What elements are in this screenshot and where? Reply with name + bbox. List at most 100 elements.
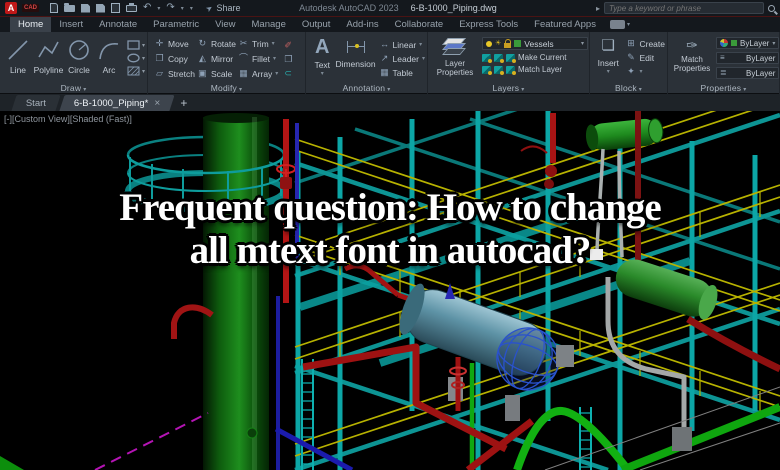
match-layer-tool[interactable]: Match Layer: [482, 65, 588, 75]
trim-tool[interactable]: ✂ Trim ▾: [238, 38, 278, 49]
tool-label: Edit: [639, 52, 655, 63]
file-tab-document[interactable]: 6-B-1000_Piping* ×: [59, 95, 175, 111]
block-extra-tool[interactable]: ✦ ▾: [625, 66, 665, 77]
ellipse-tool[interactable]: ▾: [127, 53, 145, 63]
make-current-tool[interactable]: Make Current: [482, 53, 588, 63]
tab-featured-apps[interactable]: Featured Apps: [526, 17, 604, 32]
color-value: ByLayer: [740, 38, 770, 48]
share-button[interactable]: ➤ Share: [204, 2, 241, 13]
ribbon-overflow-badge[interactable]: ▾: [609, 17, 630, 32]
linear-icon: ↔: [380, 39, 390, 49]
tab-collaborate[interactable]: Collaborate: [387, 17, 452, 32]
search-icon[interactable]: [768, 4, 775, 12]
tab-view[interactable]: View: [207, 17, 243, 32]
search-expand-icon[interactable]: ▸: [596, 4, 600, 13]
move-tool[interactable]: ✛ Move: [154, 38, 195, 49]
panel-label-block[interactable]: Block ▾: [590, 83, 667, 93]
panel-label-modify[interactable]: Modify ▾: [148, 83, 305, 93]
caret-down-icon: ▾: [639, 69, 643, 75]
stretch-icon: ▱: [156, 68, 163, 78]
tool-label: Arc: [102, 65, 116, 75]
open-file-icon[interactable]: [64, 2, 75, 12]
table-tool[interactable]: ▦ Table: [380, 67, 425, 78]
tool-label: Array: [251, 68, 273, 79]
piping-model: [0, 111, 780, 470]
create-block-tool[interactable]: ⊞ Create: [625, 38, 665, 49]
match-properties-icon: ✑: [686, 37, 698, 53]
caret-down-icon: ▾: [606, 69, 610, 75]
new-file-icon[interactable]: [50, 3, 58, 13]
stretch-tool[interactable]: ▱ Stretch: [154, 68, 195, 79]
autocad-logo-icon[interactable]: A: [5, 2, 17, 14]
tab-manage[interactable]: Manage: [244, 17, 294, 32]
redo-dropdown-icon[interactable]: ▾: [181, 5, 184, 12]
fillet-tool[interactable]: ⌒ Fillet ▾: [238, 53, 278, 64]
hatch-tool[interactable]: ▾: [127, 66, 145, 76]
caret-down-icon: ▾: [521, 87, 525, 93]
undo-dropdown-icon[interactable]: ▾: [157, 5, 160, 12]
search-zone: ▸: [596, 2, 775, 14]
save-as-icon[interactable]: [96, 3, 105, 13]
tool-label: Leader: [392, 53, 419, 64]
caption-line-2: all mtext font in autocad?: [189, 229, 592, 272]
new-tab-button[interactable]: +: [180, 96, 187, 110]
tool-label: Table: [392, 67, 413, 78]
rectangle-tool[interactable]: ▾: [127, 40, 145, 50]
caret-down-icon: ▾: [272, 56, 276, 62]
array-tool[interactable]: ▦ Array ▾: [238, 68, 278, 79]
plot-icon[interactable]: [111, 3, 120, 13]
viewport-controls-label[interactable]: [-][Custom View][Shaded (Fast)]: [4, 114, 132, 124]
create-block-icon: ⊞: [627, 38, 635, 48]
layer-dropdown[interactable]: ☀ Vessels ▾: [482, 37, 588, 50]
qat-customize-icon[interactable]: ▾: [190, 5, 193, 12]
edit-block-tool[interactable]: ✎ Edit: [625, 52, 665, 63]
redo-icon[interactable]: ↷: [166, 3, 174, 13]
window-title: Autodesk AutoCAD 2023 6-B-1000_Piping.dw…: [299, 0, 497, 16]
erase-icon[interactable]: ✐: [284, 40, 292, 50]
lineweight-dropdown[interactable]: ≡ ByLayer: [716, 52, 780, 64]
color-wheel-icon: [720, 39, 728, 47]
copy-tool[interactable]: ❐ Copy: [154, 53, 195, 64]
file-tab-start[interactable]: Start: [11, 95, 61, 111]
green-column: [203, 113, 269, 470]
tab-home[interactable]: Home: [10, 17, 52, 32]
tab-label: 6-B-1000_Piping*: [74, 97, 149, 109]
drawing-viewport[interactable]: [-][Custom View][Shaded (Fast)] Frequent…: [0, 111, 780, 470]
leader-tool[interactable]: ↗ Leader ▾: [380, 53, 425, 64]
rotate-icon: ↻: [198, 38, 207, 48]
dimension-icon: [346, 41, 365, 53]
tab-add-ins[interactable]: Add-ins: [338, 17, 386, 32]
tab-insert[interactable]: Insert: [51, 17, 91, 32]
tab-annotate[interactable]: Annotate: [91, 17, 145, 32]
scale-icon: ▣: [198, 68, 207, 78]
save-icon[interactable]: [81, 3, 90, 13]
color-swatch: [731, 40, 737, 46]
linetype-icon: ≣: [720, 68, 727, 77]
panel-label-properties[interactable]: Properties ▾: [668, 83, 779, 93]
app-title: Autodesk AutoCAD 2023: [299, 3, 399, 13]
panel-label-annotation[interactable]: Annotation ▾: [306, 83, 427, 93]
scale-tool[interactable]: ▣ Scale: [197, 68, 236, 79]
polyline-icon: [37, 41, 59, 58]
linetype-dropdown[interactable]: ≣ ByLayer: [716, 67, 780, 79]
panel-label-layers[interactable]: Layers ▾: [428, 83, 589, 93]
explode-icon[interactable]: ❒: [284, 54, 292, 64]
rotate-tool[interactable]: ↻ Rotate: [197, 38, 236, 49]
join-icon[interactable]: ⊂: [284, 68, 292, 78]
tab-output[interactable]: Output: [294, 17, 339, 32]
object-color-dropdown[interactable]: ByLayer ▾: [716, 37, 780, 49]
tab-express-tools[interactable]: Express Tools: [451, 17, 526, 32]
close-icon[interactable]: ×: [155, 98, 161, 109]
mirror-tool[interactable]: ◭ Mirror: [197, 53, 236, 64]
pipe-support-block: [556, 345, 574, 367]
chevron-down-icon: ▾: [772, 40, 776, 47]
layer-dropdown-value: Vessels: [524, 38, 554, 49]
insert-block-icon: ❏: [601, 37, 615, 54]
tab-parametric[interactable]: Parametric: [145, 17, 207, 32]
panel-label-draw[interactable]: Draw ▾: [0, 83, 147, 93]
caret-down-icon: ▾: [142, 68, 146, 75]
print-icon[interactable]: [126, 2, 137, 12]
linear-tool[interactable]: ↔ Linear ▾: [380, 39, 425, 50]
undo-icon[interactable]: ↶: [143, 3, 151, 13]
search-input[interactable]: [604, 2, 764, 14]
